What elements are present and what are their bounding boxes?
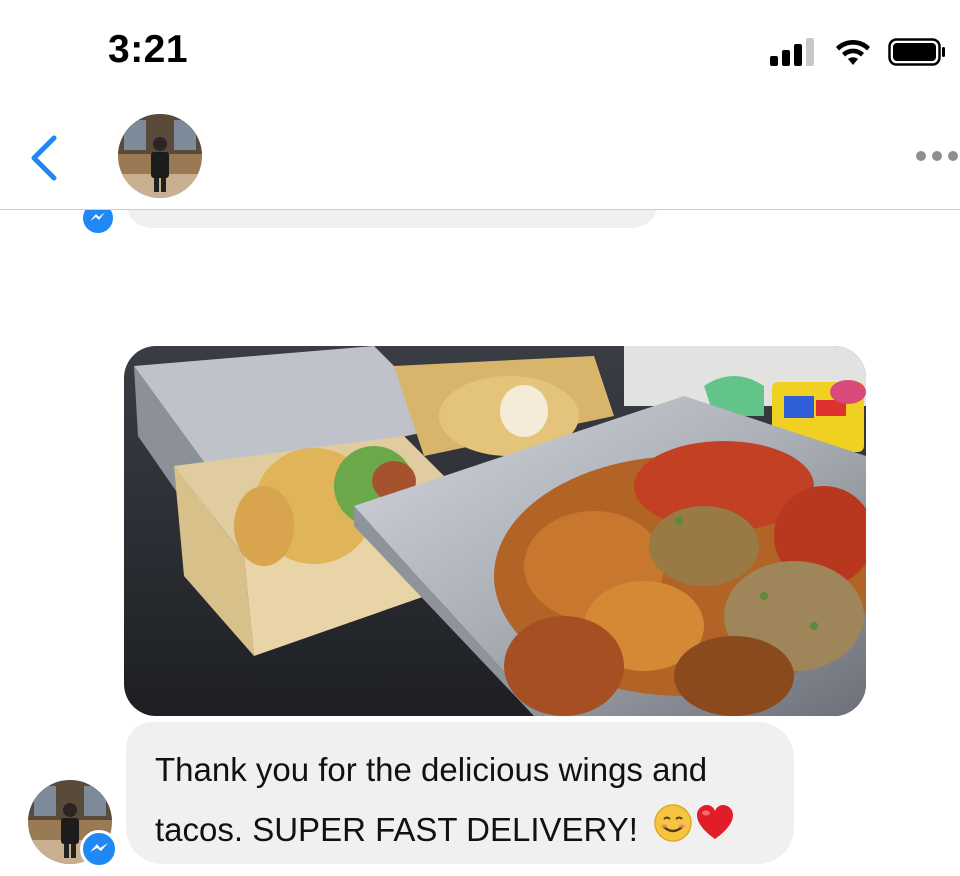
more-options-icon[interactable] [914, 146, 960, 166]
message-bubble[interactable]: Thank you for the delicious wings and ta… [126, 722, 794, 864]
back-chevron-icon[interactable] [24, 132, 64, 184]
message-text-line-2: tacos. SUPER FAST DELIVERY! [155, 811, 638, 848]
red-heart-icon [697, 805, 734, 840]
red-heart-emoji-icon [695, 802, 735, 862]
smiling-face-emoji-icon [653, 802, 693, 862]
contact-avatar[interactable] [118, 114, 202, 198]
battery-icon [888, 38, 945, 66]
smiling-face-icon [654, 804, 692, 843]
status-time: 3:21 [108, 28, 189, 71]
food-photo-image [124, 346, 866, 716]
avatar-image [118, 114, 202, 198]
cellular-signal-icon [770, 36, 820, 66]
message-text-line-1: Thank you for the delicious wings and [155, 751, 708, 788]
header-divider [0, 209, 960, 210]
messenger-badge-icon [80, 830, 118, 868]
photo-message[interactable] [124, 346, 866, 716]
wifi-icon [836, 39, 870, 65]
